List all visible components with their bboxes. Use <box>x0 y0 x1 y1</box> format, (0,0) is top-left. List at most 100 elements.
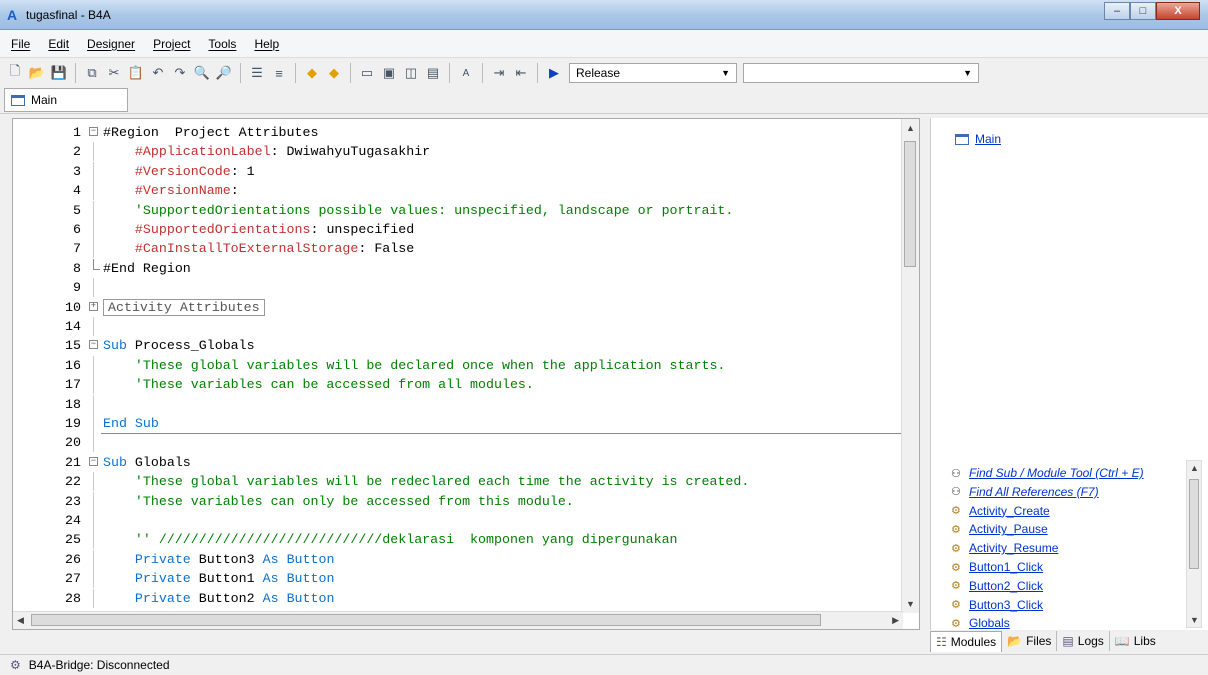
minimize-button[interactable]: – <box>1104 2 1130 20</box>
tab-libs[interactable]: 📖 Libs <box>1110 631 1161 651</box>
menu-project[interactable]: Project <box>144 37 199 51</box>
code-area[interactable]: 1− #Region Project Attributes 2 #Applicati… <box>13 119 903 613</box>
module-link[interactable]: Main <box>975 132 1001 146</box>
horizontal-scrollbar[interactable]: ◀ ▶ <box>13 611 903 629</box>
find-icon[interactable]: 🔍 <box>193 64 211 82</box>
code-line[interactable]: 9 <box>13 278 903 298</box>
code-line[interactable]: 22 'These global variables will be redec… <box>13 472 903 492</box>
reference-label[interactable]: Find All References (F7) <box>969 485 1099 499</box>
code-line[interactable]: 1− #Region Project Attributes <box>13 123 903 142</box>
form-icon[interactable]: ▭ <box>358 64 376 82</box>
code-line[interactable]: 21− Sub Globals <box>13 453 903 472</box>
reference-item[interactable]: ⚙ Activity_Create <box>951 502 1050 520</box>
redo-icon[interactable]: ↷ <box>171 64 189 82</box>
device-select[interactable]: ▼ <box>743 63 979 83</box>
outdent-icon[interactable]: ⇤ <box>512 64 530 82</box>
code-line[interactable]: 3 #VersionCode: 1 <box>13 161 903 181</box>
back-icon[interactable]: ◆ <box>303 64 321 82</box>
comment-icon[interactable]: ☰ <box>248 64 266 82</box>
menu-designer[interactable]: Designer <box>78 37 144 51</box>
expand-icon[interactable]: + <box>85 298 105 317</box>
code-line[interactable]: 8 #End Region <box>13 258 903 278</box>
device-icon[interactable]: ▤ <box>424 64 442 82</box>
code-line[interactable]: 23 'These variables can only be accessed… <box>13 491 903 511</box>
code-line[interactable]: 17 'These variables can be accessed from… <box>13 375 903 395</box>
code-line[interactable]: 24 <box>13 511 903 530</box>
run-icon[interactable]: ▶ <box>545 64 563 82</box>
code-line[interactable]: 5 'SupportedOrientations possible values… <box>13 200 903 220</box>
tab-main[interactable]: Main <box>4 88 128 112</box>
references-scrollbar[interactable]: ▲ ▼ <box>1186 460 1202 628</box>
scroll-right-icon[interactable]: ▶ <box>892 615 899 626</box>
code-line[interactable]: 2 #ApplicationLabel: DwiwahyuTugasakhir <box>13 142 903 162</box>
scroll-up-icon[interactable]: ▲ <box>906 123 915 133</box>
code-line[interactable]: 27 Private Button1 As Button <box>13 569 903 589</box>
uncomment-icon[interactable]: ≡ <box>270 64 288 82</box>
code-editor[interactable]: 1− #Region Project Attributes 2 #Applicati… <box>12 118 920 630</box>
maximize-button[interactable]: □ <box>1130 2 1156 20</box>
new-file-icon[interactable]: 🗋 <box>6 63 24 82</box>
scroll-left-icon[interactable]: ◀ <box>17 615 24 626</box>
vertical-scroll-thumb[interactable] <box>904 141 916 267</box>
code-line[interactable]: 20 <box>13 433 903 453</box>
scroll-down-icon[interactable]: ▼ <box>906 599 915 609</box>
menu-edit[interactable]: Edit <box>39 37 78 51</box>
reference-label[interactable]: Button3_Click <box>969 598 1043 612</box>
collapse-icon[interactable]: − <box>85 336 105 355</box>
code-line[interactable]: 15− Sub Process_Globals <box>13 336 903 355</box>
code-line[interactable]: 26 Private Button3 As Button <box>13 549 903 569</box>
reference-item[interactable]: ⚙ Button2_Click <box>951 577 1043 595</box>
reference-item[interactable]: ⚇ Find Sub / Module Tool (Ctrl + E) <box>951 464 1144 482</box>
code-line[interactable]: 10 + Activity Attributes <box>13 298 903 317</box>
tab-logs[interactable]: ▤ Logs <box>1057 631 1110 651</box>
horizontal-scroll-thumb[interactable] <box>31 614 821 626</box>
close-button[interactable]: X <box>1156 2 1200 20</box>
reference-label[interactable]: Activity_Create <box>969 504 1050 518</box>
collapse-icon[interactable]: − <box>85 453 105 472</box>
find-replace-icon[interactable]: 🔎 <box>215 64 233 82</box>
tab-files[interactable]: 📂 Files <box>1002 631 1058 651</box>
scroll-down-icon[interactable]: ▼ <box>1190 615 1199 625</box>
code-line[interactable]: 16 'These global variables will be decla… <box>13 355 903 375</box>
menu-tools[interactable]: Tools <box>199 37 245 51</box>
designer-icon[interactable]: ▣ <box>380 64 398 82</box>
code-line[interactable]: 7 #CanInstallToExternalStorage: False <box>13 239 903 259</box>
reference-item[interactable]: ⚇ Find All References (F7) <box>951 483 1099 501</box>
reference-label[interactable]: Find Sub / Module Tool (Ctrl + E) <box>969 466 1144 480</box>
tab-modules[interactable]: ☷ Modules <box>930 630 1003 652</box>
build-config-select[interactable]: Release ▼ <box>569 63 737 83</box>
collapse-icon[interactable]: − <box>85 123 105 142</box>
reference-label[interactable]: Activity_Pause <box>969 522 1048 536</box>
bridge-icon[interactable]: ◫ <box>402 64 420 82</box>
font-icon[interactable]: A <box>457 64 475 82</box>
code-line[interactable]: 25 '' ////////////////////////////deklar… <box>13 530 903 550</box>
open-folder-icon[interactable]: 📂 <box>28 64 46 82</box>
undo-icon[interactable]: ↶ <box>149 64 167 82</box>
scroll-up-icon[interactable]: ▲ <box>1190 463 1199 473</box>
reference-label[interactable]: Globals <box>969 616 1010 630</box>
code-line[interactable]: 14 <box>13 317 903 336</box>
code-line[interactable]: 4 #VersionName: <box>13 181 903 201</box>
cut-icon[interactable]: ✂ <box>105 64 123 82</box>
reference-label[interactable]: Button2_Click <box>969 579 1043 593</box>
forward-icon[interactable]: ◆ <box>325 64 343 82</box>
code-line[interactable]: 28 Private Button2 As Button <box>13 588 903 608</box>
reference-item[interactable]: ⚙ Activity_Resume <box>951 539 1058 557</box>
paste-icon[interactable]: 📋 <box>127 64 145 82</box>
code-line[interactable]: 6 #SupportedOrientations: unspecified <box>13 220 903 239</box>
reference-item[interactable]: ⚙ Activity_Pause <box>951 520 1048 538</box>
reference-item[interactable]: ⚙ Button3_Click <box>951 596 1043 614</box>
indent-icon[interactable]: ⇥ <box>490 64 508 82</box>
vertical-scrollbar[interactable]: ▲ ▼ <box>901 119 919 613</box>
reference-label[interactable]: Button1_Click <box>969 560 1043 574</box>
references-scroll-thumb[interactable] <box>1189 479 1199 569</box>
code-line[interactable]: 18 <box>13 394 903 414</box>
copy-icon[interactable]: ⧉ <box>83 64 101 82</box>
menu-help[interactable]: Help <box>245 37 288 51</box>
code-line[interactable]: 19 End Sub <box>13 414 903 433</box>
menu-file[interactable]: File <box>2 37 39 51</box>
collapsed-region[interactable]: Activity Attributes <box>103 298 265 316</box>
module-item-main[interactable]: Main <box>955 132 1001 146</box>
reference-item[interactable]: ⚙ Button1_Click <box>951 558 1043 576</box>
reference-label[interactable]: Activity_Resume <box>969 541 1058 555</box>
